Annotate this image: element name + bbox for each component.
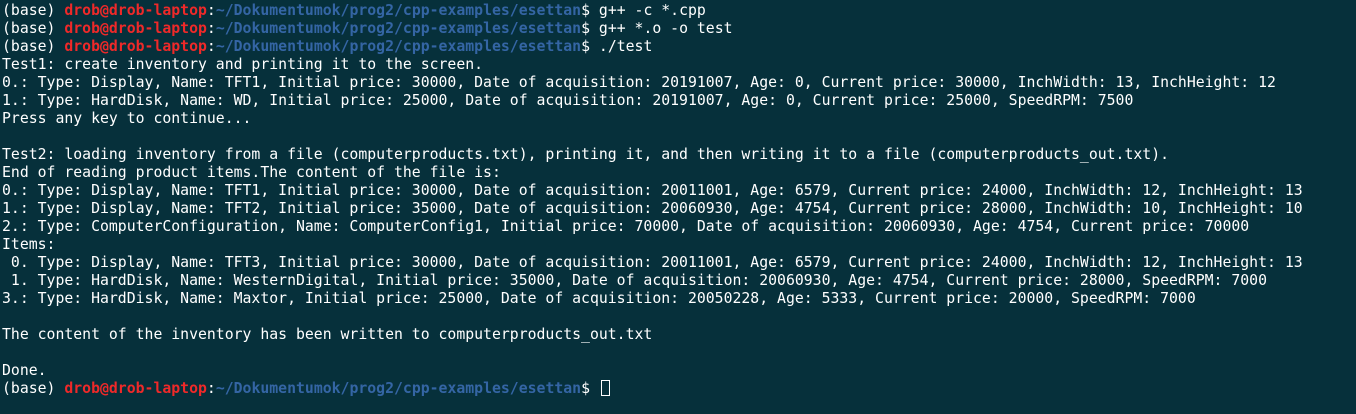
prompt-line: (base) drob@drob-laptop:~/Dokumentumok/p… — [2, 20, 1354, 38]
prompt-line[interactable]: (base) drob@drob-laptop:~/Dokumentumok/p… — [2, 380, 1354, 398]
conda-env: (base) — [2, 38, 65, 55]
conda-env: (base) — [2, 20, 65, 37]
command-text: g++ *.o -o test — [598, 20, 733, 37]
command-text: g++ -c *.cpp — [598, 2, 706, 19]
output-line: 1.: Type: Display, Name: TFT2, Initial p… — [2, 200, 1303, 217]
user-host: drob@drob-laptop — [64, 20, 207, 37]
prompt-symbol: $ — [581, 38, 599, 55]
output-line: 3.: Type: HardDisk, Name: Maxtor, Initia… — [2, 290, 1196, 307]
output-line: Items: — [2, 236, 56, 253]
output-line: 0. Type: Display, Name: TFT3, Initial pr… — [2, 254, 1303, 271]
conda-env: (base) — [2, 380, 65, 397]
user-host: drob@drob-laptop — [64, 38, 207, 55]
prompt-line: (base) drob@drob-laptop:~/Dokumentumok/p… — [2, 38, 1354, 56]
text-cursor[interactable] — [600, 380, 610, 396]
working-directory: ~/Dokumentumok/prog2/cpp-examples/esetta… — [215, 38, 582, 55]
command-text: ./test — [598, 38, 653, 55]
prompt-separator: : — [206, 380, 216, 397]
output-line: 1. Type: HardDisk, Name: WesternDigital,… — [2, 272, 1268, 289]
prompt-separator: : — [206, 38, 216, 55]
prompt-separator: : — [206, 20, 216, 37]
output-line: End of reading product items.The content… — [2, 164, 501, 181]
working-directory: ~/Dokumentumok/prog2/cpp-examples/esetta… — [215, 380, 582, 397]
output-line: Done. — [2, 362, 47, 379]
output-line: Press any key to continue... — [2, 110, 252, 127]
prompt-separator: : — [206, 2, 216, 19]
output-line: Test2: loading inventory from a file (co… — [2, 146, 1170, 163]
user-host: drob@drob-laptop — [64, 2, 207, 19]
prompt-symbol: $ — [581, 2, 599, 19]
working-directory: ~/Dokumentumok/prog2/cpp-examples/esetta… — [215, 2, 582, 19]
working-directory: ~/Dokumentumok/prog2/cpp-examples/esetta… — [215, 20, 582, 37]
output-line: The content of the inventory has been wr… — [2, 326, 653, 343]
terminal-window[interactable]: (base) drob@drob-laptop:~/Dokumentumok/p… — [2, 2, 1354, 412]
output-line: 2.: Type: ComputerConfiguration, Name: C… — [2, 218, 1250, 235]
output-line: Test1: create inventory and printing it … — [2, 56, 484, 73]
conda-env: (base) — [2, 2, 65, 19]
output-line: 0.: Type: Display, Name: TFT1, Initial p… — [2, 74, 1276, 91]
prompt-symbol: $ — [581, 20, 599, 37]
user-host: drob@drob-laptop — [64, 380, 207, 397]
output-line: 1.: Type: HardDisk, Name: WD, Initial pr… — [2, 92, 1134, 109]
prompt-symbol: $ — [581, 380, 599, 397]
output-line: 0.: Type: Display, Name: TFT1, Initial p… — [2, 182, 1303, 199]
prompt-line: (base) drob@drob-laptop:~/Dokumentumok/p… — [2, 2, 1354, 20]
